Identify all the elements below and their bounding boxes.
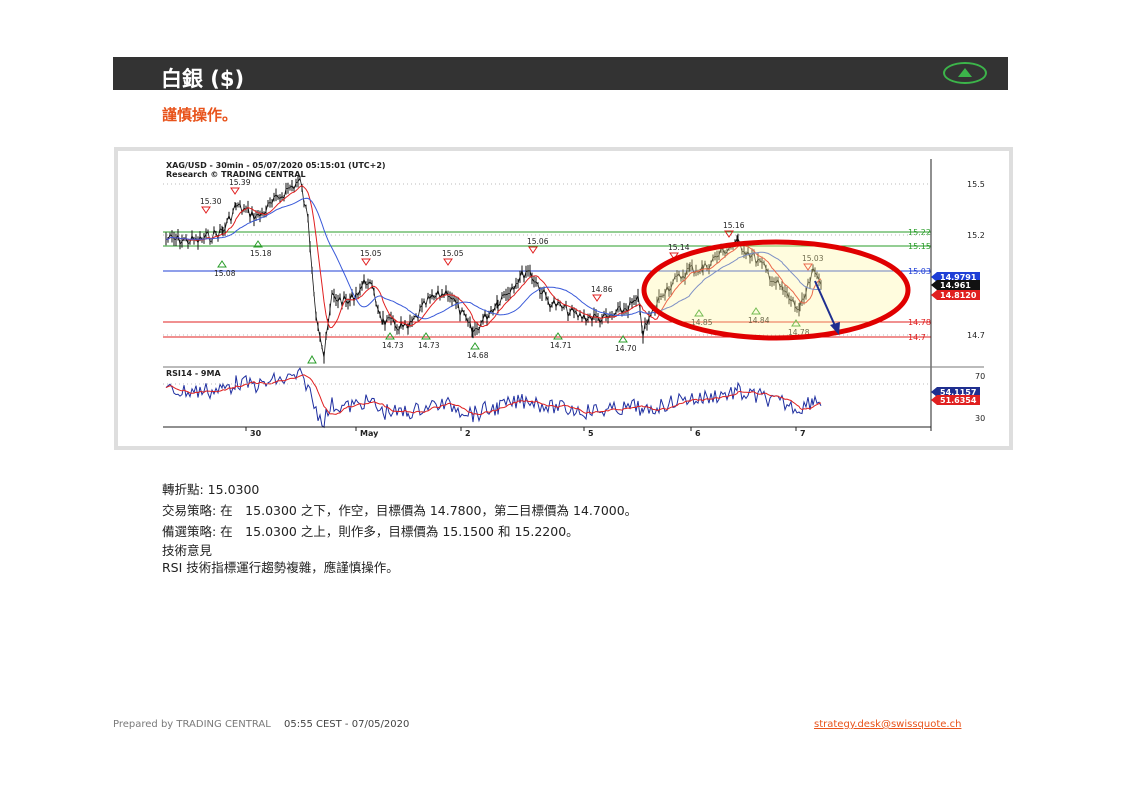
x-tick-label: May (360, 429, 379, 438)
trough-label: 14.70 (615, 344, 637, 353)
chart-source: Research © TRADING CENTRAL (166, 170, 306, 179)
x-tick-label: 7 (800, 429, 806, 438)
price-tick-label: 15.5 (967, 180, 985, 189)
trough-label: 14.73 (418, 341, 440, 350)
price-tick-label: 14.7 (967, 331, 985, 340)
peak-label: 15.30 (200, 197, 222, 206)
level-label-r2: 15.22 (908, 228, 931, 237)
opinion-text: RSI 技術指標運行趨勢複雜，應謹慎操作。 (162, 560, 399, 575)
peak-label: 15.06 (527, 237, 549, 246)
peak-label: 15.16 (723, 221, 745, 230)
peak-label: 14.86 (591, 285, 613, 294)
collapse-toggle-button[interactable] (943, 62, 987, 84)
trough-label: 15.08 (214, 269, 236, 278)
triangle-up-icon (958, 68, 972, 77)
rsi-label: RSI14 - 9MA (166, 369, 221, 378)
header-bar: 白銀 ($) (113, 57, 1008, 91)
price-chart: 15.2215.1515.0314.7814.7 15.3015.3915.05… (118, 151, 1009, 446)
alternative-text: 備選策略: 在 15.0300 之上，則作多，目標價為 15.1500 和 15… (162, 524, 579, 539)
chart-title: XAG/USD - 30min - 05/07/2020 05:15:01 (U… (166, 161, 386, 170)
level-label-r1: 15.15 (908, 242, 931, 251)
chart-frame: 15.22 15.15 15.03 14.78 14.7 15.30 15.39 15.05… (114, 147, 1013, 450)
x-tick-label: 5 (588, 429, 594, 438)
footer-prepared: Prepared by TRADING CENTRAL (113, 719, 271, 730)
x-tick-label: 30 (250, 429, 262, 438)
level-label-s1: 14.78 (908, 318, 931, 327)
price-tick-label: 15.2 (967, 231, 985, 240)
x-tick-label: 2 (465, 429, 471, 438)
level-label-pivot: 15.03 (908, 267, 931, 276)
peak-label: 15.39 (229, 178, 251, 187)
trough-label: 14.68 (467, 351, 489, 360)
pivot-text: 轉折點: 15.0300 (162, 482, 260, 497)
x-tick-label: 6 (695, 429, 701, 438)
rsi-tick-label: 30 (975, 414, 985, 423)
peak-label: 15.05 (360, 249, 382, 258)
price-tag-red: 14.8120 (940, 291, 977, 300)
footer-email-link[interactable]: strategy.desk@swissquote.ch (814, 719, 961, 730)
footer-timestamp: 05:55 CEST - 07/05/2020 (284, 719, 410, 730)
trough-label: 14.71 (550, 341, 572, 350)
subtitle: 謹慎操作。 (162, 106, 238, 124)
peak-label: 15.14 (668, 243, 690, 252)
level-label-s2: 14.7 (908, 333, 926, 342)
trough-label: 14.73 (382, 341, 404, 350)
strategy-text: 交易策略: 在 15.0300 之下，作空，目標價為 14.7800，第二目標價… (162, 503, 638, 518)
highlight-ellipse (641, 239, 911, 341)
analysis-block: 轉折點: 15.0300 交易策略: 在 15.0300 之下，作空，目標價為 … (162, 479, 637, 576)
opinion-title: 技術意見 (162, 543, 213, 558)
page-title: 白銀 ($) (161, 67, 245, 91)
rsi-tick-label: 70 (975, 372, 985, 381)
price-tag-close: 14.961 (940, 281, 971, 290)
peak-label: 15.05 (442, 249, 464, 258)
rsi-tag-ma: 51.6354 (940, 396, 977, 405)
trough-label: 15.18 (250, 249, 272, 258)
